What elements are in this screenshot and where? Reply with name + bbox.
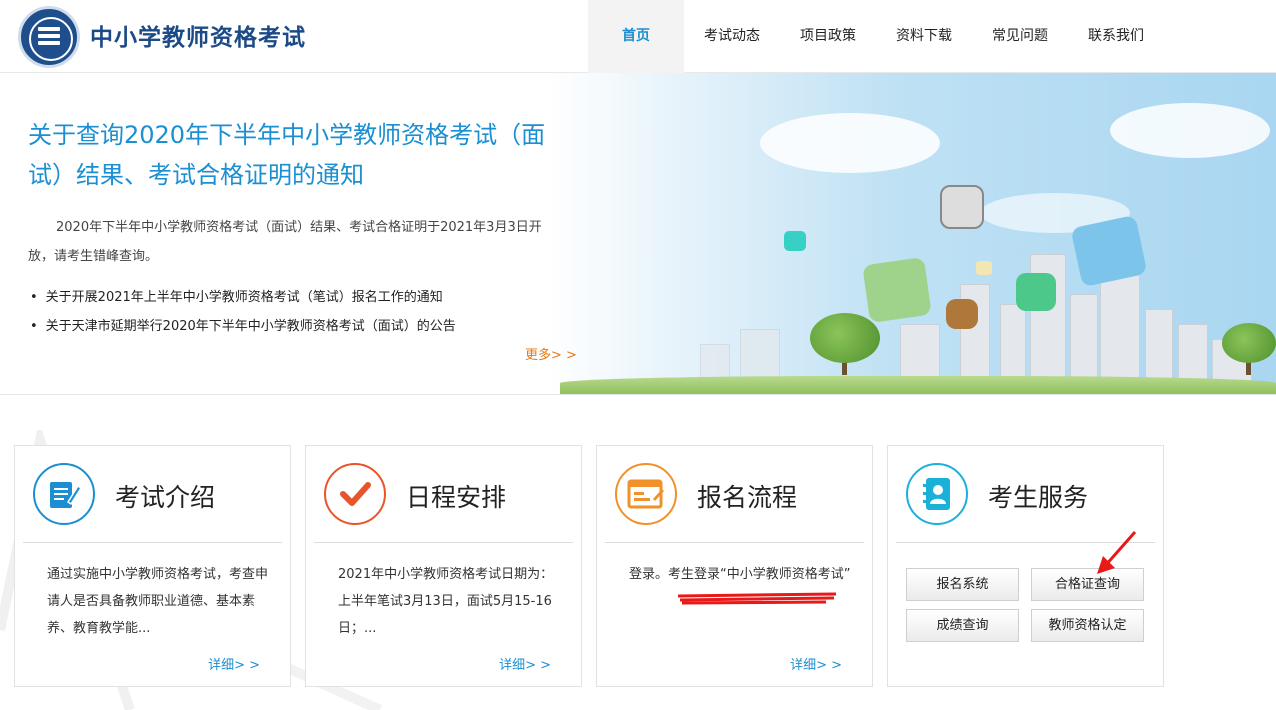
grass-decoration	[560, 376, 1276, 394]
card-title[interactable]: 日程安排	[406, 478, 506, 514]
score-query-button[interactable]: 成绩查询	[906, 609, 1019, 642]
registration-system-button[interactable]: 报名系统	[906, 568, 1019, 601]
card-text: 通过实施中小学教师资格考试，考查申请人是否具备教师职业道德、基本素养、教育教学能…	[47, 567, 269, 636]
site-title[interactable]: 中小学教师资格考试	[90, 18, 306, 52]
divider	[23, 542, 282, 543]
main-nav: 首页 考试动态 项目政策 资料下载 常见问题 联系我们	[588, 0, 1164, 73]
card-title[interactable]: 报名流程	[697, 478, 797, 514]
card-schedule: 日程安排 2021年中小学教师资格考试日期为：上半年笔试3月13日，面试5月15…	[305, 445, 582, 687]
piano-cube-icon	[940, 185, 984, 229]
nav-item-policy[interactable]: 项目政策	[780, 0, 876, 73]
teacher-certification-button[interactable]: 教师资格认定	[1031, 609, 1144, 642]
cloud-decoration	[1110, 103, 1270, 158]
banner-headline-link[interactable]: 关于查询2020年下半年中小学教师资格考试（面试）结果、考试合格证明的通知	[28, 115, 558, 195]
checkmark-icon	[324, 463, 386, 525]
more-link[interactable]: 更多> >	[525, 344, 577, 363]
card-exam-intro: 考试介绍 通过实施中小学教师资格考试，考查申请人是否具备教师职业道德、基本素养、…	[14, 445, 291, 687]
qr-cube-icon	[946, 299, 978, 329]
small-cube-icon	[976, 261, 992, 275]
nav-item-contact[interactable]: 联系我们	[1068, 0, 1164, 73]
news-link[interactable]: 关于开展2021年上半年中小学教师资格考试（笔试）报名工作的通知	[30, 283, 456, 312]
form-window-icon	[615, 463, 677, 525]
site-header: 中小学教师资格考试 首页 考试动态 项目政策 资料下载 常见问题 联系我们	[0, 0, 1276, 73]
divider	[605, 542, 864, 543]
tree-decoration	[810, 313, 880, 363]
document-edit-icon	[33, 463, 95, 525]
contact-book-icon	[906, 463, 968, 525]
nav-item-home[interactable]: 首页	[588, 0, 684, 73]
detail-link[interactable]: 详细> >	[208, 654, 260, 673]
small-cube-icon	[784, 231, 806, 251]
banner-description: 2020年下半年中小学教师资格考试（面试）结果、考试合格证明于2021年3月3日…	[28, 220, 542, 264]
card-text: 登录。考生登录“中小学教师资格考试”	[629, 567, 851, 582]
green-cube-icon	[862, 256, 932, 324]
banner-news-list: 关于开展2021年上半年中小学教师资格考试（笔试）报名工作的通知 关于天津市延期…	[30, 283, 456, 341]
news-link[interactable]: 关于天津市延期举行2020年下半年中小学教师资格考试（面试）的公告	[30, 312, 456, 341]
detail-link[interactable]: 详细> >	[790, 654, 842, 673]
hero-banner: 关于查询2020年下半年中小学教师资格考试（面试）结果、考试合格证明的通知 20…	[0, 73, 1276, 395]
card-registration-process: 报名流程 登录。考生登录“中小学教师资格考试” 详细> >	[596, 445, 873, 687]
nav-item-downloads[interactable]: 资料下载	[876, 0, 972, 73]
redaction-scribble	[677, 592, 837, 605]
card-title[interactable]: 考生服务	[988, 478, 1088, 514]
divider	[314, 542, 573, 543]
tree-decoration	[1222, 323, 1276, 363]
nav-item-faq[interactable]: 常见问题	[972, 0, 1068, 73]
detail-link[interactable]: 详细> >	[499, 654, 551, 673]
recycle-cube-icon	[1016, 273, 1056, 311]
site-logo-icon[interactable]	[18, 6, 80, 68]
card-title[interactable]: 考试介绍	[115, 478, 215, 514]
card-text: 2021年中小学教师资格考试日期为：上半年笔试3月13日，面试5月15-16日；…	[338, 567, 554, 636]
cloud-decoration	[760, 113, 940, 173]
nav-item-exam-news[interactable]: 考试动态	[684, 0, 780, 73]
red-arrow-icon	[1097, 531, 1137, 574]
